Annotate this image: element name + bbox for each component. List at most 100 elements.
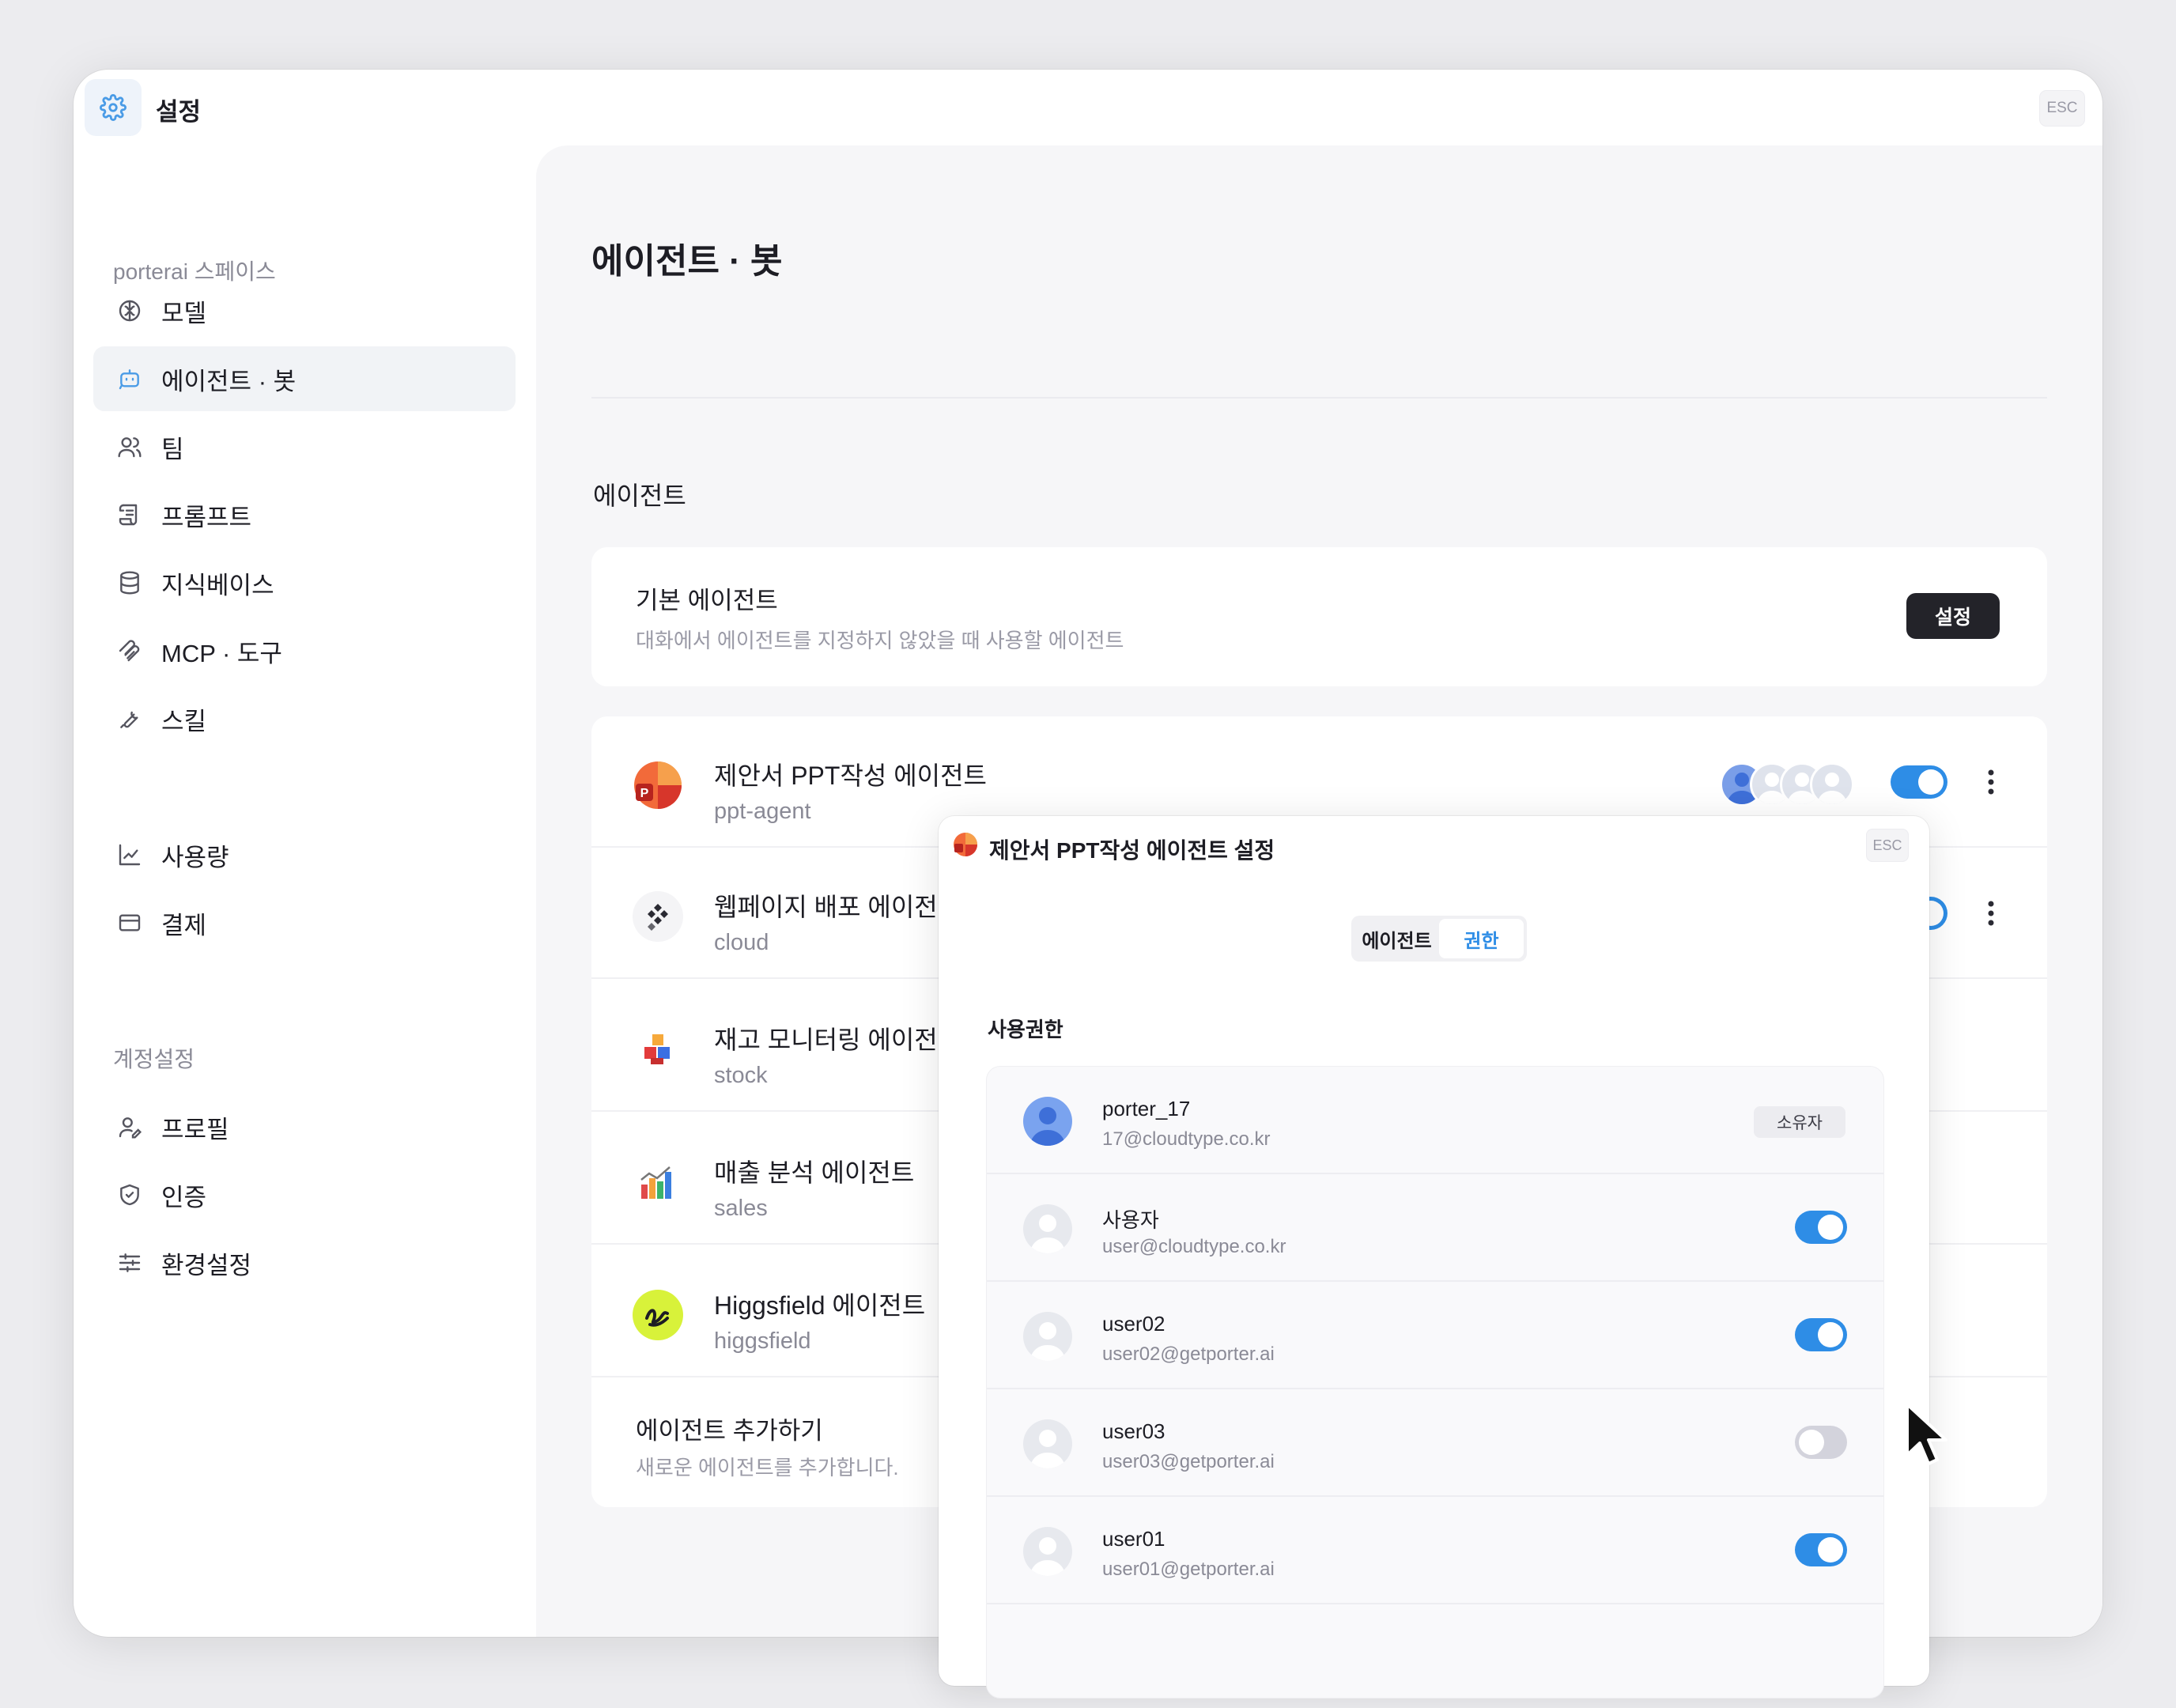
sidebar-item-label: MCP · 도구 (161, 639, 282, 667)
default-agent-card: 기본 에이전트 대화에서 에이전트를 지정하지 않았을 때 사용할 에이전트 설… (591, 547, 2047, 686)
default-agent-description: 대화에서 에이전트를 지정하지 않았을 때 사용할 에이전트 (636, 629, 1124, 652)
user-name: user01 (1102, 1527, 1165, 1551)
agent-name: 매출 분석 에이전트 (714, 1158, 915, 1187)
mouse-cursor-icon (1904, 1401, 1948, 1468)
gear-icon[interactable] (85, 79, 142, 136)
sidebar-item-skills[interactable]: 스킬 (93, 686, 516, 751)
agent-id: higgsfield (714, 1328, 811, 1354)
permission-toggle[interactable] (1795, 1318, 1847, 1351)
window-title: 설정 (156, 98, 202, 126)
sidebar-item-label: 결제 (161, 911, 207, 939)
agent-id: sales (714, 1196, 768, 1221)
powerpoint-icon: P (633, 760, 683, 811)
avatar (1023, 1419, 1072, 1468)
more-options-icon[interactable] (1979, 897, 2003, 930)
scroll-icon (115, 501, 144, 529)
agent-settings-modal: 제안서 PPT작성 에이전트 설정 ESC 에이전트 권한 사용권한 porte… (939, 816, 1929, 1699)
cloud-deploy-icon (633, 891, 683, 942)
sidebar-item-label: 모델 (161, 299, 207, 327)
mcp-icon (115, 637, 144, 665)
user-name: user02 (1102, 1312, 1165, 1336)
brain-icon (115, 297, 144, 325)
page-title: 에이전트 · 봇 (591, 242, 783, 281)
avatar (1023, 1204, 1072, 1253)
permission-toggle[interactable] (1795, 1533, 1847, 1566)
section-label: 에이전트 (593, 482, 686, 510)
sidebar-item-label: 스킬 (161, 707, 207, 735)
avatar (1023, 1312, 1072, 1361)
sidebar-item-usage[interactable]: 사용량 (93, 822, 516, 887)
sidebar-item-label: 프롬프트 (161, 503, 252, 531)
add-agent-description: 새로운 에이전트를 추가합니다. (636, 1456, 899, 1479)
esc-button[interactable]: ESC (2039, 90, 2085, 127)
permission-row: user02 user02@getporter.ai (987, 1282, 1883, 1389)
more-options-icon[interactable] (1979, 765, 2003, 799)
user-name: porter_17 (1102, 1097, 1191, 1120)
modal-close-button[interactable]: ESC (1866, 829, 1909, 862)
permission-list: porter_17 17@cloudtype.co.kr 소유자 사용자 use… (986, 1066, 1884, 1699)
agent-name: 제안서 PPT작성 에이전트 (714, 761, 987, 790)
add-agent-title: 에이전트 추가하기 (636, 1417, 823, 1445)
avatar (1810, 762, 1854, 807)
agent-id: ppt-agent (714, 799, 811, 824)
permission-row: user01 user01@getporter.ai (987, 1497, 1883, 1604)
user-email: 17@cloudtype.co.kr (1102, 1128, 1271, 1150)
permission-toggle[interactable] (1795, 1426, 1847, 1459)
tool-icon (115, 705, 144, 733)
user-email: user02@getporter.ai (1102, 1343, 1275, 1365)
chart-icon (115, 841, 144, 869)
agent-id: stock (714, 1063, 768, 1088)
agent-name: Higgsfield 에이전트 (714, 1291, 926, 1320)
permission-row: 사용자 user@cloudtype.co.kr (987, 1174, 1883, 1282)
owner-badge: 소유자 (1754, 1106, 1845, 1138)
agent-id: cloud (714, 930, 769, 955)
sidebar-item-billing[interactable]: 결제 (93, 890, 516, 955)
user-email: user03@getporter.ai (1102, 1451, 1275, 1472)
modal-title: 제안서 PPT작성 에이전트 설정 (989, 838, 1275, 863)
sidebar-item-prompts[interactable]: 프롬프트 (93, 482, 516, 547)
sidebar-item-preferences[interactable]: 환경설정 (93, 1230, 516, 1295)
svg-text:P: P (640, 787, 649, 800)
sidebar-item-agents[interactable]: 에이전트 · 봇 (93, 346, 516, 411)
agent-name: 웹페이지 배포 에이전트 (714, 893, 961, 921)
permission-toggle[interactable] (1795, 1211, 1847, 1244)
sidebar-item-model[interactable]: 모델 (93, 278, 516, 343)
sliders-icon (115, 1249, 144, 1277)
sidebar-item-auth[interactable]: 인증 (93, 1162, 516, 1227)
sidebar-item-profile[interactable]: 프로필 (93, 1094, 516, 1159)
bar-chart-icon (633, 1157, 683, 1207)
sidebar-item-label: 인증 (161, 1183, 207, 1211)
profile-icon (115, 1113, 144, 1141)
permissions-section-label: 사용권한 (988, 1018, 1063, 1041)
permission-row: porter_17 17@cloudtype.co.kr 소유자 (987, 1067, 1883, 1174)
user-email: user@cloudtype.co.kr (1102, 1236, 1286, 1257)
sidebar-item-label: 팀 (161, 435, 184, 463)
sidebar: porterai 스페이스 모델 에이전트 · 봇 팀 프롬프트 지식베이스 M… (74, 145, 536, 1637)
avatar (1023, 1527, 1072, 1576)
default-agent-title: 기본 에이전트 (636, 587, 778, 614)
title-bar: 설정 ESC (74, 70, 2102, 145)
agent-enabled-toggle[interactable] (1891, 765, 1947, 799)
default-agent-settings-button[interactable]: 설정 (1906, 593, 2000, 639)
users-icon (115, 433, 144, 461)
sidebar-account-label: 계정설정 (113, 1047, 195, 1071)
sidebar-item-knowledge-base[interactable]: 지식베이스 (93, 550, 516, 615)
blocks-icon (633, 1024, 683, 1075)
sidebar-item-mcp-tools[interactable]: MCP · 도구 (93, 618, 516, 683)
user-email: user01@getporter.ai (1102, 1559, 1275, 1580)
sidebar-item-label: 지식베이스 (161, 571, 274, 599)
tab-permissions[interactable]: 권한 (1439, 919, 1524, 958)
agent-name: 재고 모니터링 에이전트 (714, 1026, 961, 1054)
sidebar-item-label: 사용량 (161, 843, 229, 871)
permission-row: user03 user03@getporter.ai (987, 1389, 1883, 1497)
modal-tabs: 에이전트 권한 (1351, 916, 1527, 962)
bot-icon (115, 365, 144, 393)
card-icon (115, 909, 144, 937)
sidebar-item-label: 환경설정 (161, 1251, 252, 1279)
powerpoint-icon (953, 832, 978, 857)
sidebar-item-team[interactable]: 팀 (93, 414, 516, 479)
divider (591, 397, 2047, 399)
user-name: 사용자 (1102, 1208, 1159, 1232)
tab-agent[interactable]: 에이전트 (1354, 919, 1439, 958)
database-icon (115, 569, 144, 597)
